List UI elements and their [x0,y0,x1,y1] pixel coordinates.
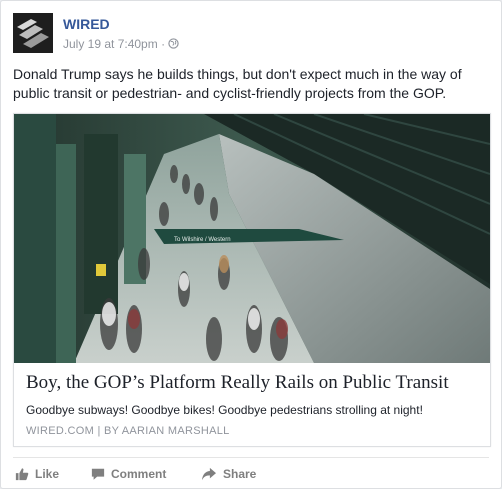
link-image[interactable]: To Wilshire / Western [14,114,490,363]
actions-divider [13,457,489,458]
globe-icon[interactable] [168,37,180,51]
share-icon [201,467,217,481]
comment-button[interactable]: Comment [91,463,166,485]
link-source: WIRED.COM | BY AARIAN MARSHALL [26,425,230,437]
like-button[interactable]: Like [15,463,59,485]
post-meta: July 19 at 7:40pm · [63,36,180,51]
link-preview[interactable]: To Wilshire / Western Boy, the GOP’s Pla… [13,113,491,447]
page-avatar[interactable] [13,13,53,53]
like-label: Like [35,467,60,481]
share-label: Share [223,467,257,481]
link-description: Goodbye subways! Goodbye bikes! Goodbye … [26,403,423,417]
post-timestamp[interactable]: July 19 at 7:40pm [63,37,158,51]
post-header: WIRED July 19 at 7:40pm · [13,13,483,55]
comment-label: Comment [111,467,167,481]
thumbs-up-icon [15,467,29,481]
share-button[interactable]: Share [201,463,256,485]
post-text: Donald Trump says he builds things, but … [13,66,462,101]
page-name[interactable]: WIRED [63,16,110,32]
link-title[interactable]: Boy, the GOP’s Platform Really Rails on … [26,372,449,394]
wired-logo-icon [13,13,53,53]
post-card: WIRED July 19 at 7:40pm · Donald Trump s… [0,0,502,489]
comment-icon [91,467,105,481]
meta-separator: · [161,36,166,51]
station-sign-text: To Wilshire / Western [174,237,231,243]
post-actions: Like Comment Share [13,463,489,485]
